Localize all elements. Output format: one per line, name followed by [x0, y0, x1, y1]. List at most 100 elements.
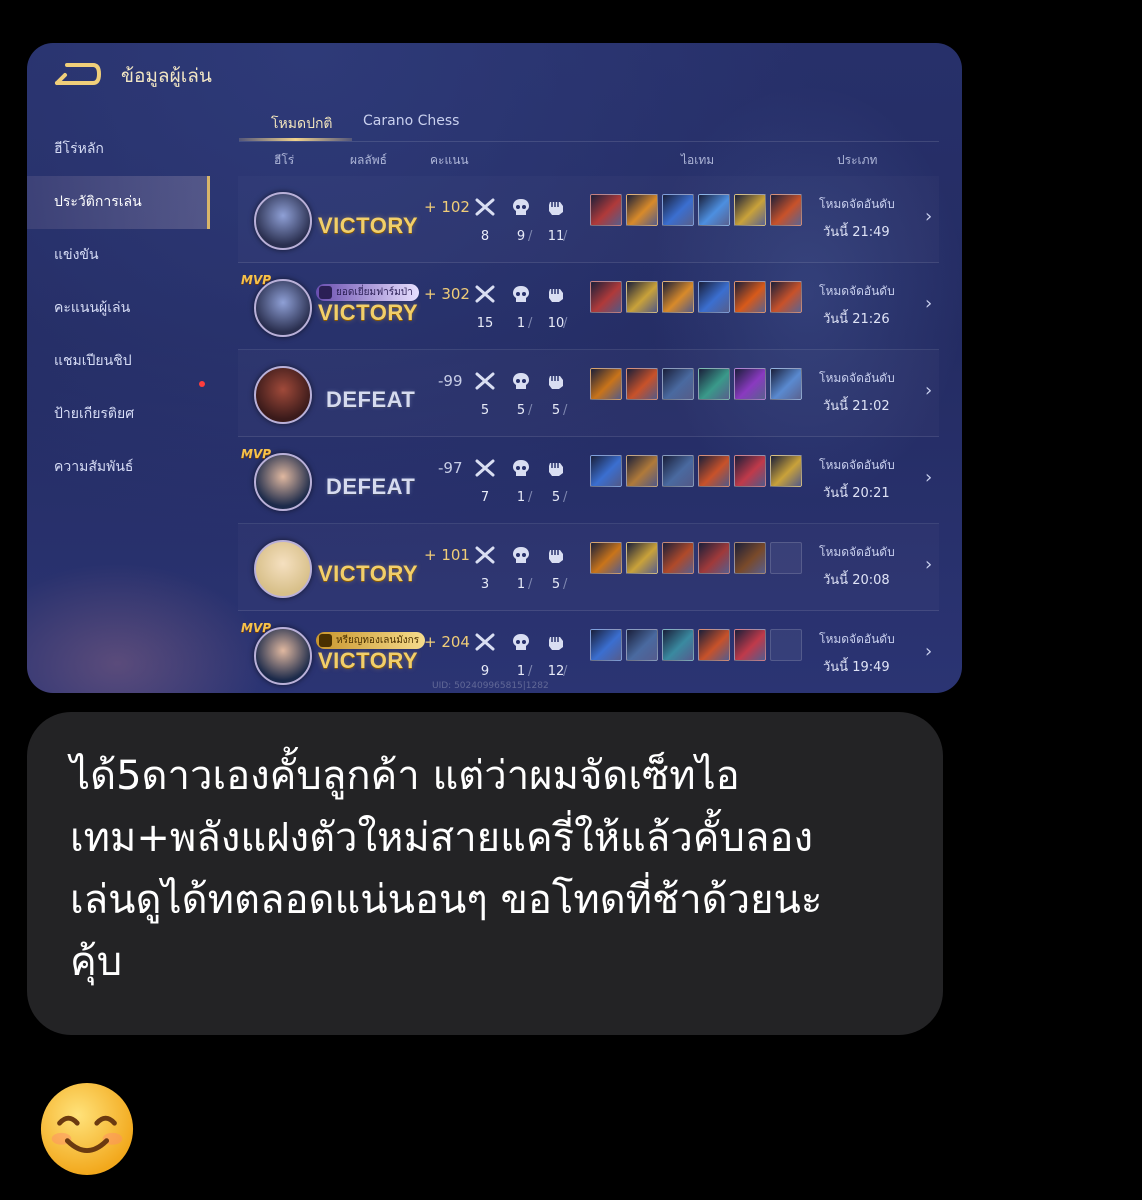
background-glow: [27, 563, 267, 693]
sidebar-item-player-score[interactable]: คะแนนผู้เล่น: [27, 282, 210, 335]
item-slot[interactable]: [662, 542, 694, 574]
tab-carano-chess[interactable]: Carano Chess: [363, 113, 459, 129]
match-row[interactable]: MVP DEFEAT -97 7/1/5 โหมดจัดอันดับ วันนี้ 20:…: [238, 437, 939, 524]
back-arrow-icon[interactable]: [53, 61, 101, 87]
item-slot[interactable]: [590, 194, 622, 226]
crossed-swords-icon: [475, 459, 495, 477]
match-row[interactable]: VICTORY + 102 8/9/11 โหมดจัดอันดับ วันนี้ 21…: [238, 176, 939, 263]
item-slot[interactable]: [590, 629, 622, 661]
hero-avatar: [254, 366, 312, 424]
sidebar-item-match-history[interactable]: ประวัติการเล่น: [27, 176, 210, 229]
item-slot[interactable]: [662, 281, 694, 313]
kills-count: 8: [480, 229, 490, 244]
item-slot[interactable]: [626, 542, 658, 574]
item-slot[interactable]: [770, 194, 802, 226]
sidebar-item-championship[interactable]: แชมเปียนชิป: [27, 335, 210, 388]
item-slot[interactable]: [590, 542, 622, 574]
sidebar-item-honor-badges[interactable]: ป้ายเกียรติยศ: [27, 388, 210, 441]
achievement-badge: ยอดเยี่ยมฟาร์มป่า: [316, 284, 419, 301]
game-mode: โหมดจัดอันดับ: [819, 371, 895, 385]
match-result: VICTORY: [318, 648, 419, 673]
sidebar: ฮีโร่หลัก ประวัติการเล่น แข่งขัน คะแนนผู…: [27, 123, 210, 494]
chevron-right-icon[interactable]: ›: [925, 467, 932, 488]
assist-fist-icon: [549, 376, 563, 389]
deaths-count: 1: [516, 577, 526, 592]
match-time: วันนี้ 19:49: [823, 660, 890, 675]
top-bar: ข้อมูลผู้เล่น: [27, 43, 962, 113]
score-change: + 101: [424, 546, 470, 564]
sidebar-item-relationships[interactable]: ความสัมพันธ์: [27, 441, 210, 494]
crossed-swords-icon: [475, 198, 495, 216]
column-header-hero: ฮีโร่: [274, 153, 295, 167]
column-header-result: ผลลัพธ์: [350, 153, 387, 167]
item-slot[interactable]: [662, 368, 694, 400]
assist-fist-icon: [549, 289, 563, 302]
item-slot[interactable]: [590, 281, 622, 313]
chevron-right-icon[interactable]: ›: [925, 293, 932, 314]
mvp-badge: MVP: [241, 273, 272, 287]
item-slot[interactable]: [662, 455, 694, 487]
chevron-right-icon[interactable]: ›: [925, 206, 932, 227]
assists-count: 5: [551, 577, 561, 592]
skull-icon: [513, 634, 529, 650]
chevron-right-icon[interactable]: ›: [925, 554, 932, 575]
match-time: วันนี้ 20:08: [823, 573, 890, 588]
deaths-count: 9: [516, 229, 526, 244]
hero-avatar: [254, 279, 312, 337]
match-time: วันนี้ 21:49: [823, 225, 890, 240]
item-slot[interactable]: [734, 455, 766, 487]
item-slot[interactable]: [698, 542, 730, 574]
hero-avatar: [254, 453, 312, 511]
column-header-type: ประเภท: [837, 153, 878, 167]
match-row[interactable]: DEFEAT -99 5/5/5 โหมดจัดอันดับ วันนี้ 21:02 ›: [238, 350, 939, 437]
item-slot[interactable]: [626, 455, 658, 487]
chevron-right-icon[interactable]: ›: [925, 380, 932, 401]
game-mode: โหมดจัดอันดับ: [819, 632, 895, 646]
assist-fist-icon: [549, 550, 563, 563]
match-time: วันนี้ 21:26: [823, 312, 890, 327]
match-row[interactable]: VICTORY + 101 3/1/5 โหมดจัดอันดับ วันนี้ 20:…: [238, 524, 939, 611]
item-slot[interactable]: [698, 281, 730, 313]
item-slot[interactable]: [770, 368, 802, 400]
item-slot[interactable]: [662, 629, 694, 661]
achievement-label: หรียญทองเลนมังกร: [336, 635, 420, 646]
item-slot[interactable]: [662, 194, 694, 226]
item-slot[interactable]: [590, 368, 622, 400]
skull-icon: [513, 286, 529, 302]
item-slot[interactable]: [626, 194, 658, 226]
sidebar-item-competition[interactable]: แข่งขัน: [27, 229, 210, 282]
assist-fist-icon: [549, 202, 563, 215]
item-slot[interactable]: [626, 368, 658, 400]
assists-count: 12: [547, 664, 565, 679]
tab-normal-mode[interactable]: โหมดปกติ: [271, 113, 333, 135]
item-slot[interactable]: [590, 455, 622, 487]
item-slot[interactable]: [734, 542, 766, 574]
item-slot[interactable]: [734, 368, 766, 400]
sidebar-item-main-heroes[interactable]: ฮีโร่หลัก: [27, 123, 210, 176]
item-slot[interactable]: [734, 194, 766, 226]
item-slot[interactable]: [626, 281, 658, 313]
match-history-screenshot: ข้อมูลผู้เล่น ฮีโร่หลัก ประวัติการเล่น แ…: [27, 43, 962, 693]
item-slot[interactable]: [698, 629, 730, 661]
item-slot[interactable]: [698, 368, 730, 400]
item-slot[interactable]: [698, 455, 730, 487]
item-slot[interactable]: [770, 455, 802, 487]
match-row[interactable]: MVP ยอดเยี่ยมฟาร์มป่า VICTORY + 302 15/1/10 โ…: [238, 263, 939, 350]
item-slot[interactable]: [698, 194, 730, 226]
mode-tabs: โหมดปกติ Carano Chess: [239, 109, 939, 142]
item-slot[interactable]: [770, 281, 802, 313]
item-slot[interactable]: [734, 629, 766, 661]
chevron-right-icon[interactable]: ›: [925, 641, 932, 662]
achievement-icon: [319, 286, 332, 299]
empty-item-slot: [770, 542, 802, 574]
match-row[interactable]: MVP หรียญทองเลนมังกร VICTORY + 204 9/1/12 โหม…: [238, 611, 939, 693]
smiling-face-emoji[interactable]: [38, 1080, 136, 1178]
page-title: ข้อมูลผู้เล่น: [121, 66, 212, 87]
crossed-swords-icon: [475, 372, 495, 390]
item-slot[interactable]: [626, 629, 658, 661]
mvp-badge: MVP: [241, 621, 272, 635]
chat-message-bubble[interactable]: ได้5ดาวเองคั้บลูกค้า แต่ว่าผมจัดเซ็ทไอ เ…: [27, 712, 943, 1035]
crossed-swords-icon: [475, 633, 495, 651]
mvp-badge: MVP: [241, 447, 272, 461]
item-slot[interactable]: [734, 281, 766, 313]
